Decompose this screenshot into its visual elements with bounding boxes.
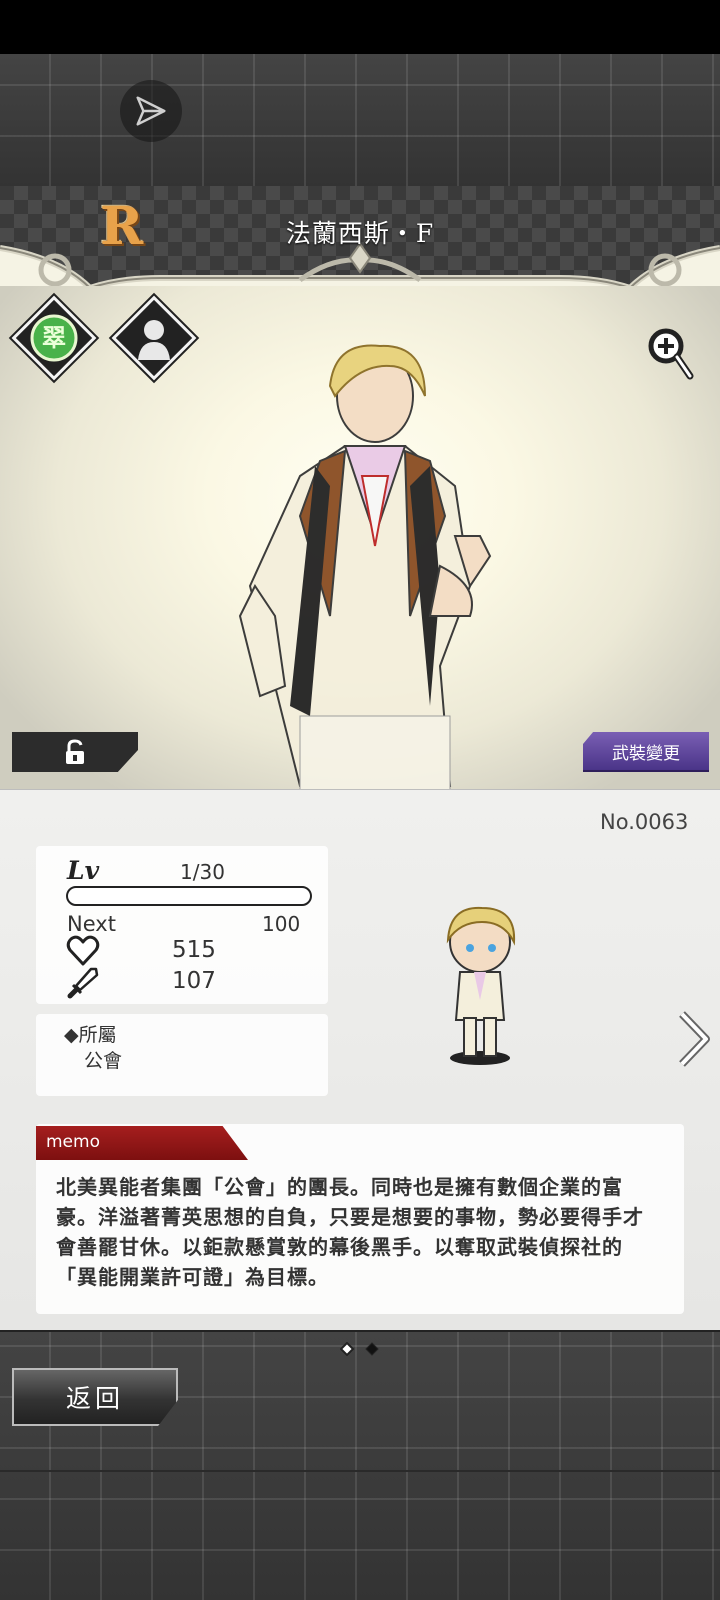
affiliation: ◆所屬 公會 bbox=[64, 1022, 122, 1074]
character-portrait bbox=[0, 286, 720, 791]
page-dot-1 bbox=[340, 1342, 355, 1356]
back-button[interactable]: 返回 bbox=[12, 1368, 178, 1426]
lock-toggle-button[interactable] bbox=[12, 732, 138, 772]
silhouette-icon bbox=[138, 320, 170, 360]
share-icon bbox=[136, 96, 166, 126]
rarity-badge: R bbox=[100, 196, 144, 257]
attack-stat-icon bbox=[66, 966, 100, 1000]
hp-value: 515 bbox=[172, 937, 216, 963]
character-art bbox=[238, 344, 492, 791]
svg-text:翠: 翠 bbox=[42, 324, 66, 352]
bottom-divider bbox=[0, 1330, 720, 1332]
next-character-button[interactable] bbox=[676, 1010, 710, 1068]
level-label: Lv bbox=[67, 856, 100, 885]
attack-value: 107 bbox=[172, 968, 216, 994]
unlock-icon bbox=[66, 739, 84, 764]
page-dot-2 bbox=[365, 1342, 379, 1356]
level-value: 1/30 bbox=[180, 860, 225, 884]
next-exp-value: 100 bbox=[262, 912, 301, 936]
element-icon: 翠 bbox=[30, 314, 78, 362]
exp-bar bbox=[66, 886, 312, 906]
character-name: 法蘭西斯・F bbox=[285, 219, 435, 248]
memo-text: 北美異能者集團「公會」的團長。同時也是擁有數個企業的富豪。洋溢著菁英思想的自負，… bbox=[56, 1175, 644, 1289]
hp-stat-icon bbox=[66, 934, 100, 968]
bottom-divider-2 bbox=[0, 1470, 720, 1472]
weapon-change-button[interactable]: 武裝變更 bbox=[583, 732, 709, 772]
chibi-sprite bbox=[430, 900, 530, 1070]
memo-label: memo bbox=[36, 1126, 248, 1160]
zoom-in-icon bbox=[648, 328, 694, 380]
next-exp-label: Next bbox=[67, 912, 116, 936]
top-background bbox=[0, 54, 720, 186]
affiliation-label: ◆所屬 bbox=[64, 1024, 117, 1046]
share-button[interactable] bbox=[120, 80, 182, 142]
heart-icon bbox=[66, 935, 100, 966]
page-indicator bbox=[340, 1342, 379, 1356]
chevron-right-icon bbox=[679, 1011, 710, 1067]
divider bbox=[0, 789, 720, 790]
zoom-button[interactable] bbox=[646, 326, 694, 382]
status-bar bbox=[0, 0, 720, 54]
affiliation-value: 公會 bbox=[84, 1050, 123, 1072]
character-number: No.0063 bbox=[600, 810, 689, 834]
sword-icon bbox=[67, 967, 99, 999]
chibi-art bbox=[446, 906, 516, 1065]
